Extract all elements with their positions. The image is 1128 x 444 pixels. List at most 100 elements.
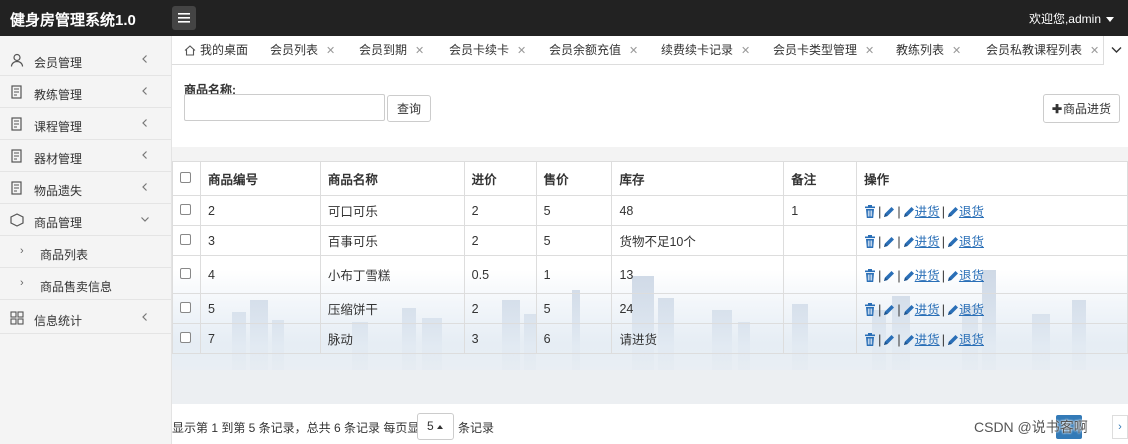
sidebar-subitem-product-list[interactable]: › 商品列表: [0, 236, 172, 268]
row-checkbox[interactable]: [180, 233, 191, 245]
close-icon[interactable]: ✕: [629, 45, 638, 57]
tab-balance-recharge[interactable]: 会员余额充值 ✕: [549, 36, 638, 64]
return-link[interactable]: 退货: [947, 269, 984, 283]
main-content: 商品名称: 查询 ✚商品进货 商品编号 商品名称 进价 售价 库存 备注 操作 …: [172, 65, 1128, 444]
tab-dropdown-button[interactable]: [1103, 36, 1128, 65]
return-pencil-icon[interactable]: [947, 270, 959, 282]
row-checkbox[interactable]: [180, 301, 191, 313]
page-size-select[interactable]: 5: [417, 413, 454, 440]
edit-action[interactable]: [883, 235, 895, 249]
return-pencil-icon[interactable]: [947, 304, 959, 316]
column-header[interactable]: 进价: [463, 161, 537, 196]
add-stock-button[interactable]: ✚商品进货: [1043, 94, 1120, 123]
search-button[interactable]: 查询: [387, 95, 431, 122]
restock-link[interactable]: 进货: [903, 269, 940, 283]
return-pencil-icon[interactable]: [947, 236, 959, 248]
return-link[interactable]: 退货: [947, 303, 984, 317]
sidebar-item-lost-items[interactable]: 物品遗失: [0, 172, 172, 204]
close-icon[interactable]: ✕: [1090, 45, 1099, 57]
sidebar-item-courses[interactable]: 课程管理: [0, 108, 172, 140]
restock-pencil-icon[interactable]: [903, 304, 915, 316]
app-brand[interactable]: 健身房管理系统1.0: [10, 9, 136, 30]
trash-icon[interactable]: [864, 303, 876, 316]
restock-pencil-icon[interactable]: [903, 206, 915, 218]
restock-pencil-icon[interactable]: [903, 270, 915, 282]
tab-member-list[interactable]: 会员列表 ✕: [270, 36, 335, 64]
sidebar-item-members[interactable]: 会员管理: [0, 44, 172, 76]
return-link[interactable]: 退货: [947, 205, 984, 219]
actions-cell: | | 进货 | 退货: [856, 195, 1128, 226]
action-separator: |: [897, 303, 901, 317]
sidebar-item-label: 教练管理: [34, 88, 83, 102]
trash-icon[interactable]: [864, 235, 876, 248]
sidebar-item-label: 物品遗失: [34, 184, 83, 198]
sidebar-item-equipment[interactable]: 器材管理: [0, 140, 172, 172]
trash-icon[interactable]: [864, 333, 876, 346]
delete-action[interactable]: [864, 235, 876, 249]
product-name-cell: 可口可乐: [319, 195, 465, 226]
return-pencil-icon[interactable]: [947, 206, 959, 218]
tab-home[interactable]: 我的桌面: [184, 36, 248, 64]
close-icon[interactable]: ✕: [952, 45, 961, 57]
tab-coach-list[interactable]: 教练列表 ✕: [896, 36, 961, 64]
column-header[interactable]: 库存: [611, 161, 785, 196]
column-header[interactable]: 商品名称: [319, 161, 465, 196]
restock-link[interactable]: 进货: [903, 303, 940, 317]
restock-pencil-icon[interactable]: [903, 334, 915, 346]
pencil-icon[interactable]: [883, 270, 895, 282]
delete-action[interactable]: [864, 269, 876, 283]
pencil-icon[interactable]: [883, 236, 895, 248]
tab-label: 教练列表: [896, 43, 945, 57]
sidebar-item-products[interactable]: 商品管理: [0, 204, 172, 236]
trash-icon[interactable]: [864, 269, 876, 282]
delete-action[interactable]: [864, 303, 876, 317]
restock-link[interactable]: 进货: [903, 235, 940, 249]
tab-card-types[interactable]: 会员卡类型管理 ✕: [773, 36, 874, 64]
restock-pencil-icon[interactable]: [903, 236, 915, 248]
tab-label: 续费续卡记录: [661, 43, 734, 57]
row-checkbox[interactable]: [180, 331, 191, 343]
edit-action[interactable]: [883, 303, 895, 317]
pencil-icon[interactable]: [883, 206, 895, 218]
edit-action[interactable]: [883, 205, 895, 219]
column-header[interactable]: 售价: [535, 161, 613, 196]
row-checkbox[interactable]: [180, 267, 191, 279]
return-pencil-icon[interactable]: [947, 334, 959, 346]
column-header[interactable]: 备注: [783, 161, 858, 196]
close-icon[interactable]: ✕: [517, 45, 526, 57]
close-icon[interactable]: ✕: [326, 45, 335, 57]
return-link[interactable]: 退货: [947, 333, 984, 347]
restock-label: 进货: [914, 303, 940, 317]
sidebar-item-coaches[interactable]: 教练管理: [0, 76, 172, 108]
trash-icon[interactable]: [864, 205, 876, 218]
column-header[interactable]: 商品编号: [199, 161, 321, 196]
menu-toggle-button[interactable]: [172, 6, 196, 30]
pencil-icon[interactable]: [883, 334, 895, 346]
sidebar-item-statistics[interactable]: 信息统计: [0, 302, 172, 334]
select-all-checkbox[interactable]: [180, 171, 191, 183]
restock-link[interactable]: 进货: [903, 333, 940, 347]
pencil-icon[interactable]: [883, 304, 895, 316]
user-menu[interactable]: 欢迎您,admin: [1029, 10, 1114, 27]
pagination-next-button[interactable]: ›: [1112, 415, 1128, 439]
tab-private-courses[interactable]: 会员私教课程列表 ✕: [986, 36, 1099, 64]
row-checkbox[interactable]: [180, 203, 191, 215]
sidebar-subitem-product-sales[interactable]: › 商品售卖信息: [0, 268, 172, 300]
tab-renewal-records[interactable]: 续费续卡记录 ✕: [661, 36, 750, 64]
delete-action[interactable]: [864, 333, 876, 347]
close-icon[interactable]: ✕: [415, 45, 424, 57]
restock-link[interactable]: 进货: [903, 205, 940, 219]
return-link[interactable]: 退货: [947, 235, 984, 249]
product-table: 商品编号 商品名称 进价 售价 库存 备注 操作 2 可口可乐 2 5 48 1 | | 进货 |…: [172, 161, 1128, 354]
edit-action[interactable]: [883, 333, 895, 347]
chevron-left-icon: [142, 183, 147, 191]
edit-action[interactable]: [883, 269, 895, 283]
restock-label: 进货: [914, 205, 940, 219]
action-separator: |: [897, 269, 901, 283]
tab-member-expiry[interactable]: 会员到期 ✕: [359, 36, 424, 64]
close-icon[interactable]: ✕: [865, 45, 874, 57]
delete-action[interactable]: [864, 205, 876, 219]
tab-card-renewal[interactable]: 会员卡续卡 ✕: [449, 36, 526, 64]
product-name-input[interactable]: [184, 94, 385, 121]
close-icon[interactable]: ✕: [741, 45, 750, 57]
